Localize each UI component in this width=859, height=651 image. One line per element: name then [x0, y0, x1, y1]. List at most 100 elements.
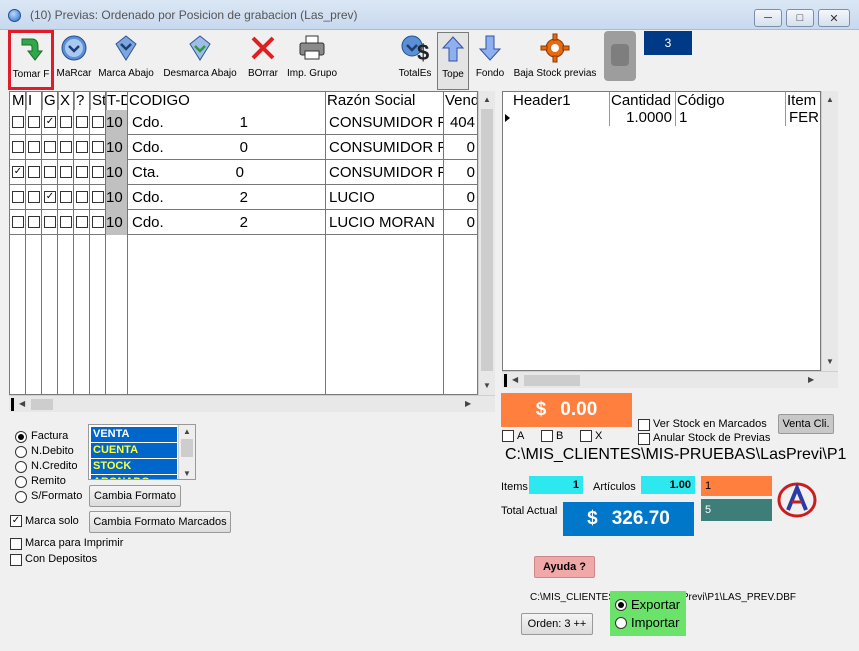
- formato-radio-sformato[interactable]: [15, 491, 27, 503]
- scroll-up-icon[interactable]: ▲: [183, 427, 191, 436]
- row-checkbox[interactable]: [92, 141, 104, 153]
- listbox-scrollbar[interactable]: ▲ ▼: [178, 425, 195, 479]
- marca-abajo-button[interactable]: Marca Abajo: [95, 32, 157, 90]
- row-checkbox[interactable]: [28, 116, 40, 128]
- row-checkbox[interactable]: [28, 141, 40, 153]
- baja-stock-button[interactable]: Baja Stock previas: [510, 32, 600, 90]
- row-checkbox[interactable]: [60, 191, 72, 203]
- maximize-button[interactable]: □: [786, 9, 814, 27]
- anular-stock-checkbox[interactable]: [638, 433, 650, 445]
- scroll-thumb[interactable]: [31, 399, 53, 410]
- row-checkbox[interactable]: [12, 141, 24, 153]
- detalle-vertical-scrollbar[interactable]: ▲ ▼: [821, 91, 838, 371]
- table-row[interactable]: 10 Cdo. 0 CONSUMIDOR F 0: [10, 135, 477, 160]
- row-checkbox[interactable]: [60, 141, 72, 153]
- column-header[interactable]: T-D: [106, 92, 128, 110]
- row-checkbox[interactable]: [60, 166, 72, 178]
- marca-imprimir-checkbox[interactable]: [10, 538, 22, 550]
- scroll-left-icon[interactable]: ◀: [19, 399, 25, 408]
- row-checkbox[interactable]: [76, 141, 88, 153]
- previas-horizontal-scrollbar[interactable]: ◀ ▶: [9, 395, 495, 412]
- marcar-button[interactable]: MaRcar: [54, 32, 94, 90]
- scroll-up-icon[interactable]: ▲: [483, 95, 491, 104]
- table-row[interactable]: 10 Cdo. 2 LUCIO MORAN 0: [10, 210, 477, 235]
- list-item[interactable]: ABONADO: [91, 475, 177, 479]
- imp-grupo-button[interactable]: Imp. Grupo: [284, 32, 340, 90]
- scroll-right-icon[interactable]: ▶: [808, 375, 814, 384]
- list-item[interactable]: VENTA: [91, 427, 177, 442]
- row-checkbox[interactable]: [92, 166, 104, 178]
- ver-stock-checkbox[interactable]: [638, 419, 650, 431]
- row-checkbox[interactable]: [12, 191, 24, 203]
- previas-vertical-scrollbar[interactable]: ▲ ▼: [478, 91, 495, 395]
- con-depositos-checkbox[interactable]: [10, 554, 22, 566]
- filter-b-checkbox[interactable]: [541, 430, 553, 442]
- row-checkbox[interactable]: ✓: [12, 166, 24, 178]
- scroll-down-icon[interactable]: ▼: [826, 357, 834, 366]
- close-button[interactable]: ✕: [818, 9, 850, 27]
- row-checkbox[interactable]: [92, 116, 104, 128]
- scroll-thumb[interactable]: [524, 375, 580, 386]
- row-checkbox[interactable]: [60, 116, 72, 128]
- marca-solo-checkbox[interactable]: ✓: [10, 515, 22, 527]
- table-row[interactable]: ✓ 10 Cdo. 2 LUCIO 0: [10, 185, 477, 210]
- formato-listbox[interactable]: VENTACUENTASTOCKABONADO ▲ ▼: [88, 424, 196, 480]
- formato-radio-remito[interactable]: [15, 476, 27, 488]
- row-checkbox[interactable]: [28, 216, 40, 228]
- scroll-thumb[interactable]: [181, 439, 193, 457]
- tomar-button[interactable]: Tomar F: [8, 30, 54, 90]
- column-header[interactable]: Item: [786, 92, 820, 110]
- scroll-right-icon[interactable]: ▶: [465, 399, 471, 408]
- borrar-button[interactable]: BOrrar: [244, 32, 282, 90]
- row-checkbox[interactable]: ✓: [44, 116, 56, 128]
- detalle-grid[interactable]: Header1 Cantidad Código Item 1.0000 1 FER: [502, 91, 821, 371]
- list-item[interactable]: CUENTA: [91, 443, 177, 458]
- column-header[interactable]: Cantidad: [610, 92, 676, 110]
- table-row[interactable]: ✓ 10 Cdo. 1 CONSUMIDOR F 404: [10, 110, 477, 135]
- tope-button[interactable]: Tope: [437, 32, 469, 90]
- row-checkbox[interactable]: [44, 216, 56, 228]
- row-checkbox[interactable]: [76, 166, 88, 178]
- row-checkbox[interactable]: [92, 216, 104, 228]
- row-checkbox[interactable]: [28, 191, 40, 203]
- ayuda-button[interactable]: Ayuda ?: [534, 556, 595, 578]
- exportar-radio[interactable]: [615, 599, 627, 611]
- filter-a-checkbox[interactable]: [502, 430, 514, 442]
- table-row[interactable]: 1.0000 1 FER: [503, 110, 820, 126]
- column-header[interactable]: Vend: [444, 92, 477, 110]
- totales-button[interactable]: $ TotalEs: [396, 32, 434, 90]
- formato-radio-factura[interactable]: [15, 431, 27, 443]
- scroll-down-icon[interactable]: ▼: [183, 469, 191, 478]
- row-checkbox[interactable]: [28, 166, 40, 178]
- row-checkbox[interactable]: [44, 141, 56, 153]
- scroll-thumb[interactable]: [481, 109, 493, 371]
- column-header[interactable]: Header1: [503, 92, 610, 110]
- column-header[interactable]: Razón Social: [326, 92, 444, 110]
- formato-radio-ncredito[interactable]: [15, 461, 27, 473]
- previas-grid[interactable]: MIGX?StT-DCODIGORazón SocialVend ✓10Cdo.…: [9, 91, 478, 395]
- row-checkbox[interactable]: ✓: [44, 191, 56, 203]
- row-checkbox[interactable]: [60, 216, 72, 228]
- filter-x-checkbox[interactable]: [580, 430, 592, 442]
- row-checkbox[interactable]: [76, 191, 88, 203]
- cambia-formato-button[interactable]: Cambia Formato: [89, 485, 181, 507]
- scroll-down-icon[interactable]: ▼: [483, 381, 491, 390]
- table-row[interactable]: ✓ 10 Cta. 0 CONSUMIDOR F 0: [10, 160, 477, 185]
- formato-radio-ndebito[interactable]: [15, 446, 27, 458]
- detalle-horizontal-scrollbar[interactable]: ◀ ▶: [502, 371, 838, 388]
- row-checkbox[interactable]: [44, 166, 56, 178]
- row-checkbox[interactable]: [76, 216, 88, 228]
- scroll-up-icon[interactable]: ▲: [826, 95, 834, 104]
- row-checkbox[interactable]: [92, 191, 104, 203]
- venta-cli-button[interactable]: Venta Cli.: [778, 414, 834, 434]
- gray-placeholder-icon[interactable]: [604, 31, 636, 81]
- minimize-button[interactable]: ─: [754, 9, 782, 27]
- importar-radio[interactable]: [615, 617, 627, 629]
- column-header[interactable]: CODIGO: [128, 92, 326, 110]
- row-checkbox[interactable]: [76, 116, 88, 128]
- orden-button[interactable]: Orden: 3 ++: [521, 613, 593, 635]
- scroll-left-icon[interactable]: ◀: [512, 375, 518, 384]
- row-checkbox[interactable]: [12, 116, 24, 128]
- list-item[interactable]: STOCK: [91, 459, 177, 474]
- cambia-formato-marcados-button[interactable]: Cambia Formato Marcados: [89, 511, 231, 533]
